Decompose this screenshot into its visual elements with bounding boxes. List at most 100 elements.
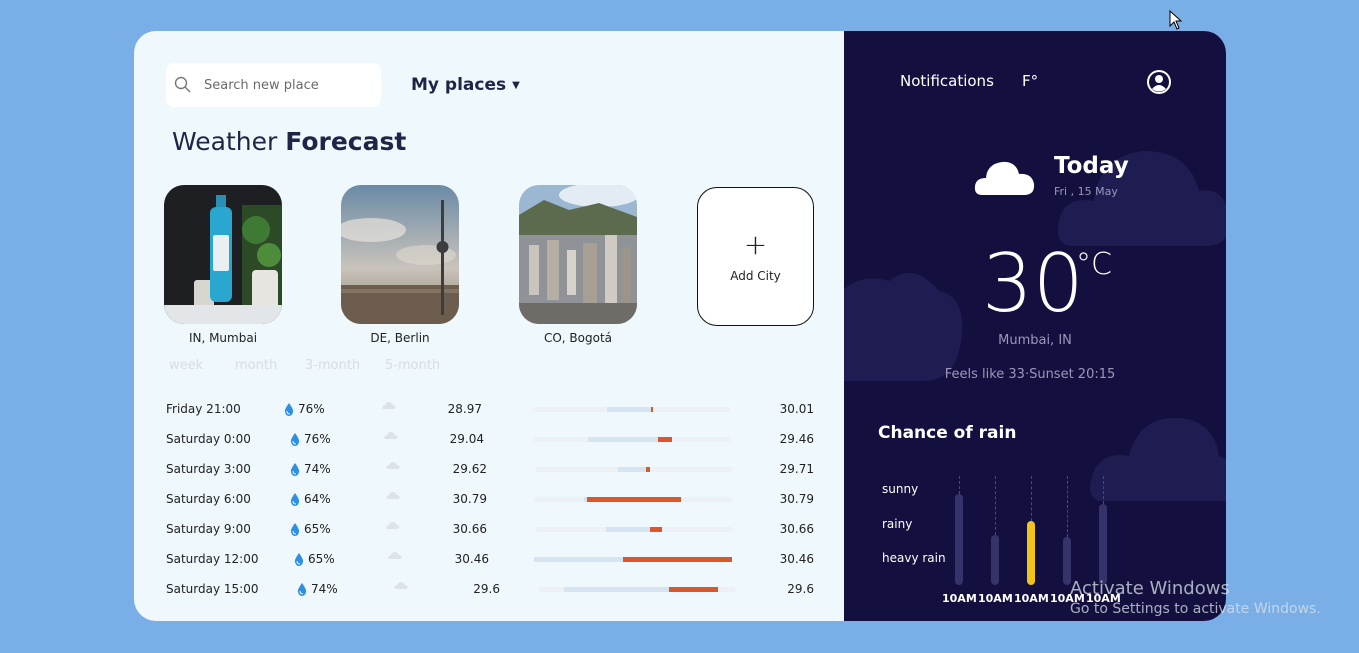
low-temp: 29.6 — [473, 582, 500, 596]
add-city-button[interactable]: + Add City — [697, 187, 814, 326]
raindrop-icon — [290, 462, 300, 476]
cloud-icon — [386, 491, 400, 499]
range-bar-base — [606, 527, 650, 532]
tab-month[interactable]: month — [235, 358, 305, 373]
chart-gridline — [995, 476, 996, 535]
rain-chance: 76% — [284, 402, 325, 416]
city-card-mumbai[interactable]: IN, Mumbai — [164, 185, 282, 345]
raindrop-icon — [297, 582, 307, 596]
forecast-row: Saturday 15:00 74% 29.6 29.6 — [166, 575, 826, 605]
search-input[interactable] — [204, 77, 364, 93]
raindrop-icon — [290, 492, 300, 506]
time-label: 10AM — [1050, 592, 1085, 605]
range-bar-base — [607, 407, 651, 412]
weather-app-window: My places ▼ WeatherForecast — [134, 31, 1226, 621]
rain-percent: 64% — [304, 492, 331, 506]
forecast-row: Saturday 6:00 64% 30.79 30.79 — [166, 485, 826, 515]
rain-chart-bar — [991, 534, 999, 585]
time-label: 10AM — [1086, 592, 1121, 605]
range-bar-fill — [587, 497, 681, 502]
user-profile-icon[interactable] — [1146, 69, 1172, 95]
forecast-row: Saturday 9:00 65% 30.66 30.66 — [166, 515, 826, 545]
low-temp: 29.62 — [452, 462, 487, 476]
temperature-range-bar — [534, 557, 732, 562]
high-temp: 30.46 — [779, 552, 814, 566]
feels-like-sunset: Feels like 33·Sunset 20:15 — [944, 367, 1116, 382]
forecast-panel: My places ▼ WeatherForecast — [134, 31, 844, 621]
current-temperature: 30 — [982, 237, 1084, 330]
mouse-cursor-icon — [1169, 10, 1183, 30]
rain-chart-bar — [1027, 520, 1035, 585]
today-panel: Notifications F° Today Fri , 15 May 30 °… — [844, 31, 1226, 621]
high-temp: 29.71 — [779, 462, 814, 476]
cloud-icon — [382, 401, 396, 409]
rain-percent: 65% — [308, 552, 335, 566]
city-label: DE, Berlin — [370, 331, 430, 345]
range-bar-base — [534, 557, 624, 562]
range-bar-base — [563, 587, 669, 592]
forecast-time: Friday 21:00 — [166, 402, 241, 416]
temperature-range-bar — [534, 497, 732, 502]
cloud-icon — [974, 161, 1035, 195]
temperature-range-bar — [538, 587, 736, 592]
forecast-row: Saturday 0:00 76% 29.04 29.46 — [166, 425, 826, 455]
today-date: Fri , 15 May — [1054, 185, 1118, 198]
forecast-table: Friday 21:00 76% 28.97 30.01 Saturday 0:00 76… — [166, 395, 826, 605]
rain-percent: 76% — [304, 432, 331, 446]
tab-3-month[interactable]: 3-month — [305, 358, 385, 373]
chart-gridline — [1067, 476, 1068, 537]
rain-chart-bar — [1099, 504, 1107, 585]
forecast-time: Saturday 3:00 — [166, 462, 251, 476]
search-box[interactable] — [166, 63, 381, 107]
rain-chance: 74% — [290, 462, 331, 476]
raindrop-icon — [294, 552, 304, 566]
city-card-berlin[interactable]: DE, Berlin — [341, 185, 459, 345]
range-bar-fill — [623, 557, 732, 562]
current-location: Mumbai, IN — [998, 333, 1072, 348]
cloud-icon — [394, 581, 408, 589]
city-card-bogota[interactable]: CO, Bogotá — [519, 185, 637, 345]
range-bar-fill — [650, 407, 653, 412]
forecast-time: Saturday 12:00 — [166, 552, 259, 566]
raindrop-icon — [290, 522, 300, 536]
temperature-unit: °C — [1076, 247, 1112, 282]
high-temp: 29.6 — [787, 582, 814, 596]
tab-5-month[interactable]: 5-month — [385, 358, 455, 373]
city-label: CO, Bogotá — [543, 331, 613, 345]
level-label-heavy-rain: heavy rain — [882, 551, 946, 565]
today-label: Today — [1054, 153, 1129, 179]
rain-chance: 64% — [290, 492, 331, 506]
city-photo-mumbai — [164, 185, 282, 324]
page-title: Weather Forecast — [172, 127, 406, 156]
forecast-row: Saturday 12:00 65% 30.46 30.46 — [166, 545, 826, 575]
rain-chance: 65% — [294, 552, 335, 566]
time-label: 10AM — [1014, 592, 1049, 605]
rain-chance: 74% — [297, 582, 338, 596]
notifications-link[interactable]: Notifications — [900, 72, 994, 90]
plus-icon: + — [743, 227, 768, 261]
my-places-dropdown[interactable]: My places ▼ — [411, 75, 520, 95]
forecast-time: Saturday 15:00 — [166, 582, 259, 596]
tab-week[interactable]: week — [169, 358, 235, 373]
city-photo-berlin — [341, 185, 459, 324]
add-city-label: Add City — [730, 268, 781, 283]
unit-toggle[interactable]: F° — [1022, 72, 1038, 90]
cloud-icon — [386, 521, 400, 529]
range-tabs: week month 3-month 5-month — [169, 358, 455, 373]
forecast-row: Saturday 3:00 74% 29.62 29.71 — [166, 455, 826, 485]
range-bar-fill — [657, 437, 672, 442]
city-label: IN, Mumbai — [188, 331, 258, 345]
high-temp: 30.01 — [779, 402, 814, 416]
chart-gridline — [959, 476, 960, 494]
cloud-icon — [386, 461, 400, 469]
chart-gridline — [1103, 476, 1104, 505]
low-temp: 30.79 — [452, 492, 487, 506]
raindrop-icon — [290, 432, 300, 446]
time-label: 10AM — [978, 592, 1013, 605]
rain-chart-bar — [1063, 536, 1071, 585]
chevron-down-icon: ▼ — [512, 79, 520, 91]
time-label: 10AM — [942, 592, 977, 605]
level-label-rainy: rainy — [882, 517, 913, 531]
rain-chance: 76% — [290, 432, 331, 446]
cloud-icon — [384, 431, 398, 439]
